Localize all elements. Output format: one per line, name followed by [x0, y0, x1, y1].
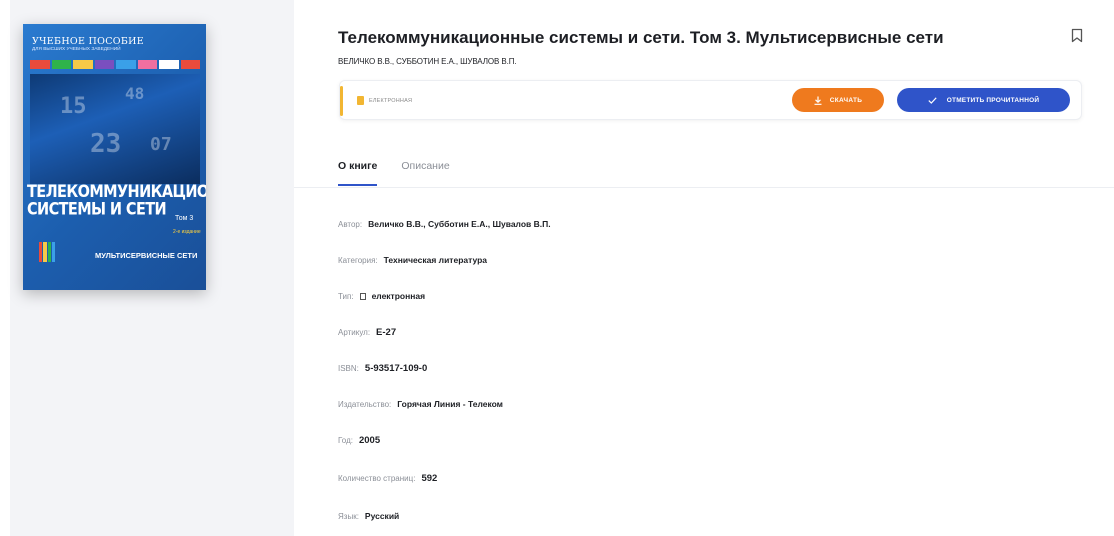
- action-bar-accent: [340, 86, 343, 116]
- ebook-type-icon: [359, 292, 366, 300]
- property-key: Тип:: [338, 291, 354, 301]
- property-value[interactable]: Величко В.В., Субботин Е.А., Шувалов В.П…: [368, 219, 550, 229]
- property-key: Издательство:: [338, 399, 392, 409]
- book-authors[interactable]: ВЕЛИЧКО В.В., СУББОТИН Е.А., ШУВАЛОВ В.П…: [338, 57, 517, 66]
- cover-series: УЧЕБНОЕ ПОСОБИЕ: [32, 36, 144, 47]
- book-cover-image: УЧЕБНОЕ ПОСОБИЕ ДЛЯ ВЫСШИХ УЧЕБНЫХ ЗАВЕД…: [23, 24, 206, 290]
- property-language: Язык: Русский: [338, 511, 399, 521]
- property-value: електронная: [371, 291, 426, 301]
- download-button[interactable]: СКАЧАТЬ: [792, 88, 884, 112]
- property-type: Тип: електронная: [338, 291, 425, 301]
- cover-photo: 15 48 23 07: [30, 74, 200, 184]
- property-publisher: Издательство: Горячая Линия - Телеком: [338, 399, 503, 409]
- property-pages: Количество страниц: 592: [338, 473, 437, 484]
- property-key: Год:: [338, 436, 353, 445]
- tab-bar: О книге Описание: [338, 160, 450, 186]
- property-value: Русский: [364, 511, 400, 521]
- cover-volume: Том 3: [175, 215, 194, 222]
- property-value[interactable]: Горячая Линия - Телеком: [397, 399, 503, 409]
- page-title: Телекоммуникационные системы и сети. Том…: [338, 28, 944, 47]
- cover-series-sub: ДЛЯ ВЫСШИХ УЧЕБНЫХ ЗАВЕДЕНИЙ: [32, 47, 121, 52]
- property-article: Артикул: E-27: [338, 327, 396, 338]
- cover-edition: 2-е издание: [173, 229, 201, 235]
- property-author: Автор: Величко В.В., Субботин Е.А., Шува…: [338, 219, 551, 229]
- mark-read-button[interactable]: ОТМЕТИТЬ ПРОЧИТАННОЙ: [897, 88, 1070, 112]
- download-label: СКАЧАТЬ: [829, 96, 863, 104]
- property-year: Год: 2005: [338, 435, 380, 446]
- mark-read-label: ОТМЕТИТЬ ПРОЧИТАННОЙ: [946, 96, 1040, 104]
- property-key: Автор:: [338, 219, 363, 229]
- property-key: Категория:: [338, 255, 378, 265]
- tabs-divider: [294, 187, 1114, 188]
- property-value[interactable]: Техническая литература: [384, 255, 487, 265]
- property-key: Количество страниц:: [338, 474, 416, 483]
- tab-description[interactable]: Описание: [401, 160, 449, 186]
- property-value: 5-93517-109-0: [364, 363, 428, 374]
- property-key: ISBN:: [338, 364, 359, 373]
- property-category: Категория: Техническая литература: [338, 255, 487, 265]
- bookmark-icon[interactable]: [1071, 28, 1083, 43]
- cover-subtitle: МУЛЬТИСЕРВИСНЫЕ СЕТИ: [95, 251, 198, 260]
- type-badge-label: ЕЛЕКТРОННАЯ: [369, 97, 413, 104]
- check-icon: [928, 96, 937, 104]
- tab-about[interactable]: О книге: [338, 160, 378, 186]
- type-badge: ЕЛЕКТРОННАЯ: [357, 96, 412, 105]
- property-value: 592: [421, 473, 438, 484]
- cover-bars-graphic: [39, 242, 55, 262]
- download-icon: [814, 96, 822, 105]
- property-key: Артикул:: [338, 328, 371, 337]
- property-key: Язык:: [338, 511, 359, 521]
- action-bar: ЕЛЕКТРОННАЯ СКАЧАТЬ ОТМЕТИТЬ ПРОЧИТАННОЙ: [339, 80, 1082, 120]
- ebook-icon: [357, 96, 364, 105]
- property-isbn: ISBN: 5-93517-109-0: [338, 363, 427, 374]
- cover-color-strip: [30, 60, 200, 69]
- property-value: E-27: [376, 327, 397, 338]
- property-value: 2005: [358, 435, 381, 446]
